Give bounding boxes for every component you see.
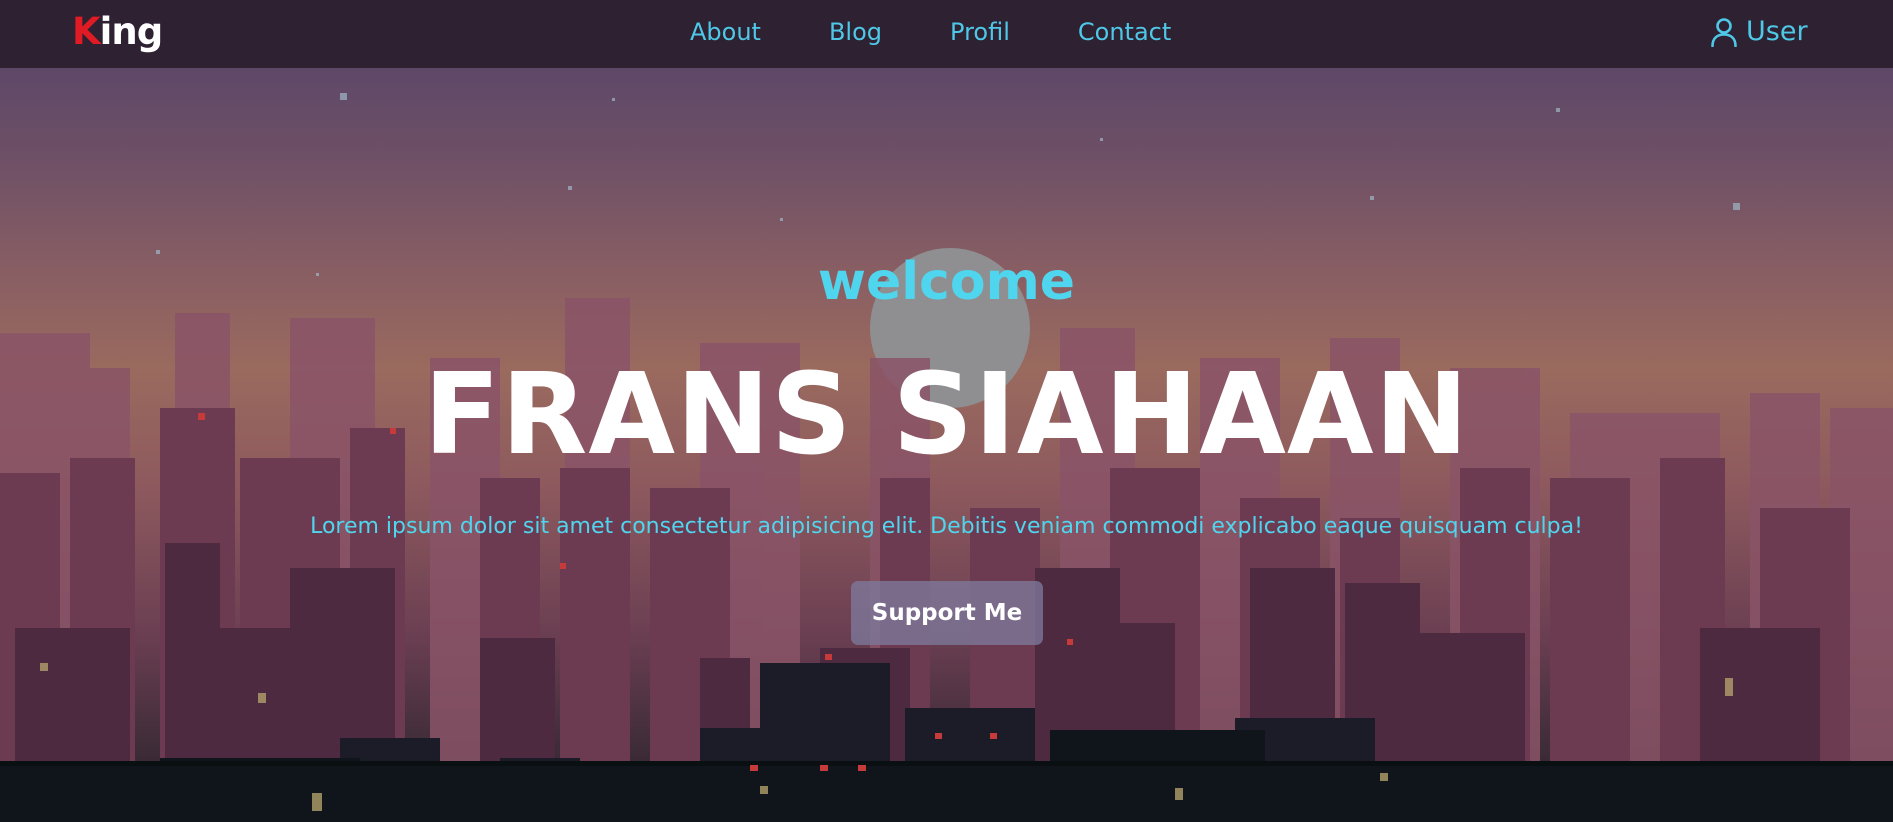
- nav-link-contact[interactable]: Contact: [1078, 18, 1171, 46]
- hero-description: Lorem ipsum dolor sit amet consectetur a…: [310, 514, 1583, 539]
- support-me-button[interactable]: Support Me: [851, 581, 1043, 645]
- navbar: King About Blog Profil Contact User: [0, 0, 1893, 68]
- nav-link-blog[interactable]: Blog: [829, 18, 882, 46]
- nav-link-profil[interactable]: Profil: [950, 18, 1010, 46]
- hero-name: FRANS SIAHAAN: [423, 350, 1470, 480]
- nav-links: About Blog Profil Contact: [690, 18, 1171, 46]
- user-icon: [1710, 17, 1738, 47]
- welcome-heading: welcome: [817, 252, 1076, 312]
- nav-link-about[interactable]: About: [690, 18, 761, 46]
- user-link[interactable]: User: [1710, 16, 1808, 47]
- logo-initial: K: [72, 10, 101, 53]
- logo-text: ing: [99, 10, 164, 53]
- user-label: User: [1746, 16, 1808, 47]
- logo[interactable]: King: [72, 10, 164, 53]
